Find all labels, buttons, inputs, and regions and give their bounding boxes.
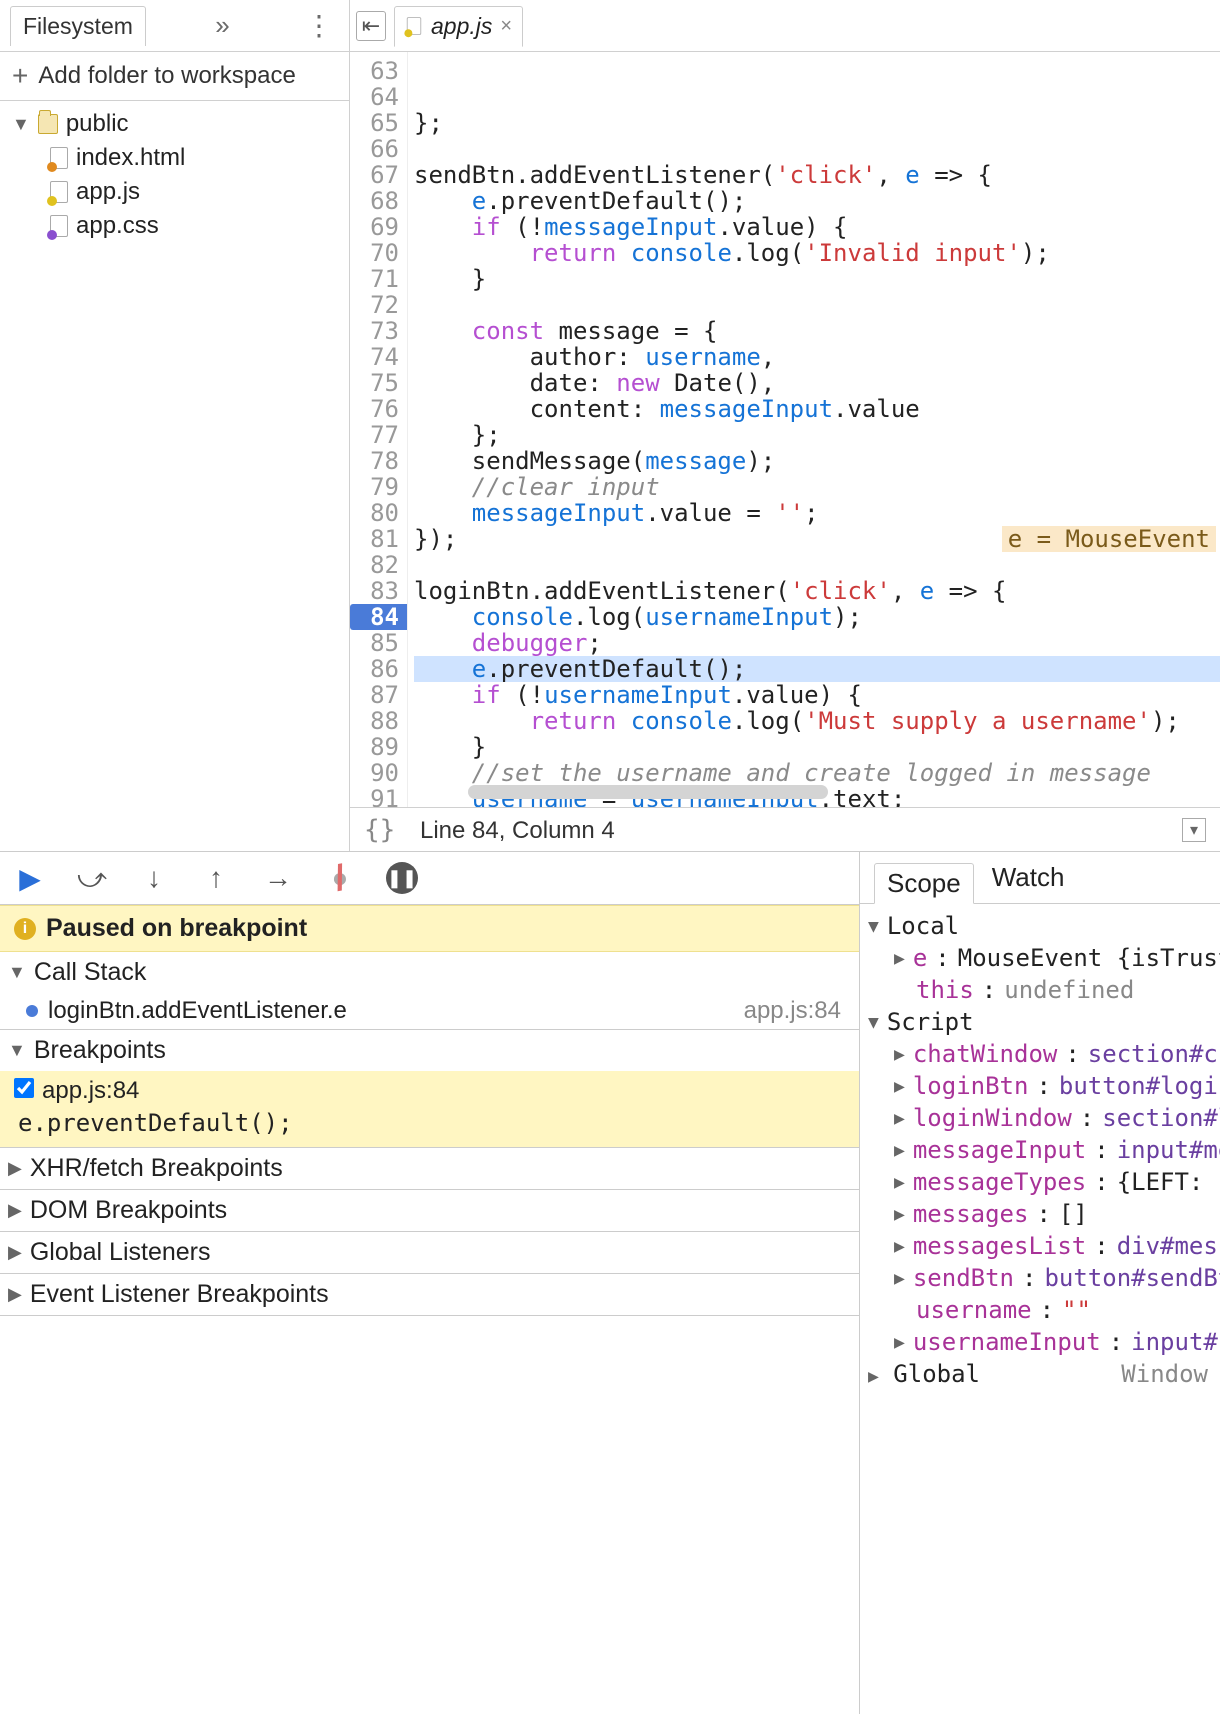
xhr-breakpoints-section[interactable]: ▶XHR/fetch Breakpoints bbox=[0, 1148, 859, 1190]
inline-hint: e = MouseEvent bbox=[1002, 526, 1216, 552]
code-editor[interactable]: 6364656667686970717273747576777879808182… bbox=[350, 52, 1220, 807]
editor-tabbar: ⇤ app.js × bbox=[350, 0, 1220, 52]
add-folder-label: Add folder to workspace bbox=[38, 62, 295, 90]
stack-frame-location: app.js:84 bbox=[744, 997, 841, 1025]
stack-frame-row[interactable]: loginBtn.addEventListener.e app.js:84 bbox=[0, 993, 859, 1029]
file-row[interactable]: app.js bbox=[0, 175, 349, 209]
editor-tab-appjs[interactable]: app.js × bbox=[394, 6, 523, 47]
js-file-icon bbox=[50, 181, 68, 203]
sidebar-menu-icon[interactable]: ⋮ bbox=[299, 9, 339, 42]
format-icon[interactable]: {} bbox=[364, 815, 413, 845]
folder-icon bbox=[38, 114, 58, 134]
active-frame-icon bbox=[26, 1005, 38, 1017]
sidebar-header: Filesystem » ⋮ bbox=[0, 0, 349, 52]
toggle-sidebar-button[interactable]: ⇤ bbox=[356, 11, 386, 41]
step-into-button[interactable]: ↓ bbox=[138, 862, 170, 894]
caret-right-icon: ▶ bbox=[8, 1158, 22, 1179]
sidebar-more-tabs-icon[interactable]: » bbox=[209, 10, 235, 41]
breakpoint-row[interactable]: app.js:84 e.preventDefault(); bbox=[0, 1071, 859, 1147]
folder-row[interactable]: ▼ public bbox=[0, 107, 349, 141]
dom-breakpoints-section[interactable]: ▶DOM Breakpoints bbox=[0, 1190, 859, 1232]
watch-tab[interactable]: Watch bbox=[992, 862, 1065, 893]
call-stack-header[interactable]: ▼ Call Stack bbox=[0, 952, 859, 993]
js-file-icon bbox=[407, 17, 421, 35]
pause-exceptions-button[interactable]: ❚❚ bbox=[386, 862, 418, 894]
debugger-left-panel: ▶ ⤻ ↓ ↑ → ● ❚❚ i Paused on breakpoint ▼ … bbox=[0, 852, 860, 1714]
code-lines[interactable]: };sendBtn.addEventListener('click', e =>… bbox=[408, 52, 1220, 807]
html-file-icon bbox=[50, 147, 68, 169]
step-over-button[interactable]: ⤻ bbox=[76, 862, 108, 894]
scope-tab[interactable]: Scope bbox=[874, 863, 974, 904]
call-stack-section: ▼ Call Stack loginBtn.addEventListener.e… bbox=[0, 952, 859, 1030]
caret-down-icon: ▼ bbox=[8, 1040, 26, 1061]
horizontal-scrollbar[interactable] bbox=[468, 785, 828, 799]
debugger-right-panel: Scope Watch ▼Local▶e: MouseEvent {isTrus… bbox=[860, 852, 1220, 1714]
resume-button[interactable]: ▶ bbox=[14, 862, 46, 894]
editor-statusbar: {} Line 84, Column 4 ▾ bbox=[350, 807, 1220, 851]
event-listener-breakpoints-section[interactable]: ▶Event Listener Breakpoints bbox=[0, 1274, 859, 1316]
breakpoints-header[interactable]: ▼ Breakpoints bbox=[0, 1030, 859, 1071]
caret-right-icon: ▶ bbox=[8, 1242, 22, 1263]
pause-reason-banner: i Paused on breakpoint bbox=[0, 905, 859, 952]
editor-column: ⇤ app.js × 63646566676869707172737475767… bbox=[350, 0, 1220, 851]
step-button[interactable]: → bbox=[262, 862, 294, 894]
cursor-position: Line 84, Column 4 bbox=[420, 817, 615, 844]
info-icon: i bbox=[14, 918, 36, 940]
css-file-icon bbox=[50, 215, 68, 237]
caret-right-icon: ▶ bbox=[8, 1284, 22, 1305]
add-folder-button[interactable]: + Add folder to workspace bbox=[0, 52, 349, 101]
scope-watch-tabs: Scope Watch bbox=[860, 852, 1220, 904]
statusbar-dropdown-icon[interactable]: ▾ bbox=[1182, 818, 1206, 842]
file-name: index.html bbox=[76, 144, 185, 172]
file-name: app.js bbox=[76, 178, 140, 206]
folder-name: public bbox=[66, 110, 129, 138]
caret-down-icon: ▼ bbox=[8, 962, 26, 983]
file-name: app.css bbox=[76, 212, 159, 240]
file-row[interactable]: index.html bbox=[0, 141, 349, 175]
caret-down-icon: ▼ bbox=[12, 114, 30, 135]
line-gutter: 6364656667686970717273747576777879808182… bbox=[350, 52, 408, 807]
pause-reason-label: Paused on breakpoint bbox=[46, 914, 307, 943]
close-tab-icon[interactable]: × bbox=[500, 15, 512, 38]
step-out-button[interactable]: ↑ bbox=[200, 862, 232, 894]
sidebar-tab-filesystem[interactable]: Filesystem bbox=[10, 6, 146, 46]
breakpoint-checkbox[interactable] bbox=[14, 1078, 34, 1098]
file-tree: ▼ public index.html app.js app.css bbox=[0, 101, 349, 249]
file-row[interactable]: app.css bbox=[0, 209, 349, 243]
global-listeners-section[interactable]: ▶Global Listeners bbox=[0, 1232, 859, 1274]
breakpoints-section: ▼ Breakpoints app.js:84 e.preventDefault… bbox=[0, 1030, 859, 1148]
caret-right-icon: ▶ bbox=[8, 1200, 22, 1221]
deactivate-breakpoints-button[interactable]: ● bbox=[324, 862, 356, 894]
scope-tree[interactable]: ▼Local▶e: MouseEvent {isTrustedthis: und… bbox=[860, 904, 1220, 1714]
debugger-toolbar: ▶ ⤻ ↓ ↑ → ● ❚❚ bbox=[0, 852, 859, 905]
breakpoint-code: e.preventDefault(); bbox=[14, 1105, 845, 1137]
filesystem-sidebar: Filesystem » ⋮ + Add folder to workspace… bbox=[0, 0, 350, 851]
plus-icon: + bbox=[12, 60, 28, 92]
editor-tab-label: app.js bbox=[431, 13, 492, 40]
